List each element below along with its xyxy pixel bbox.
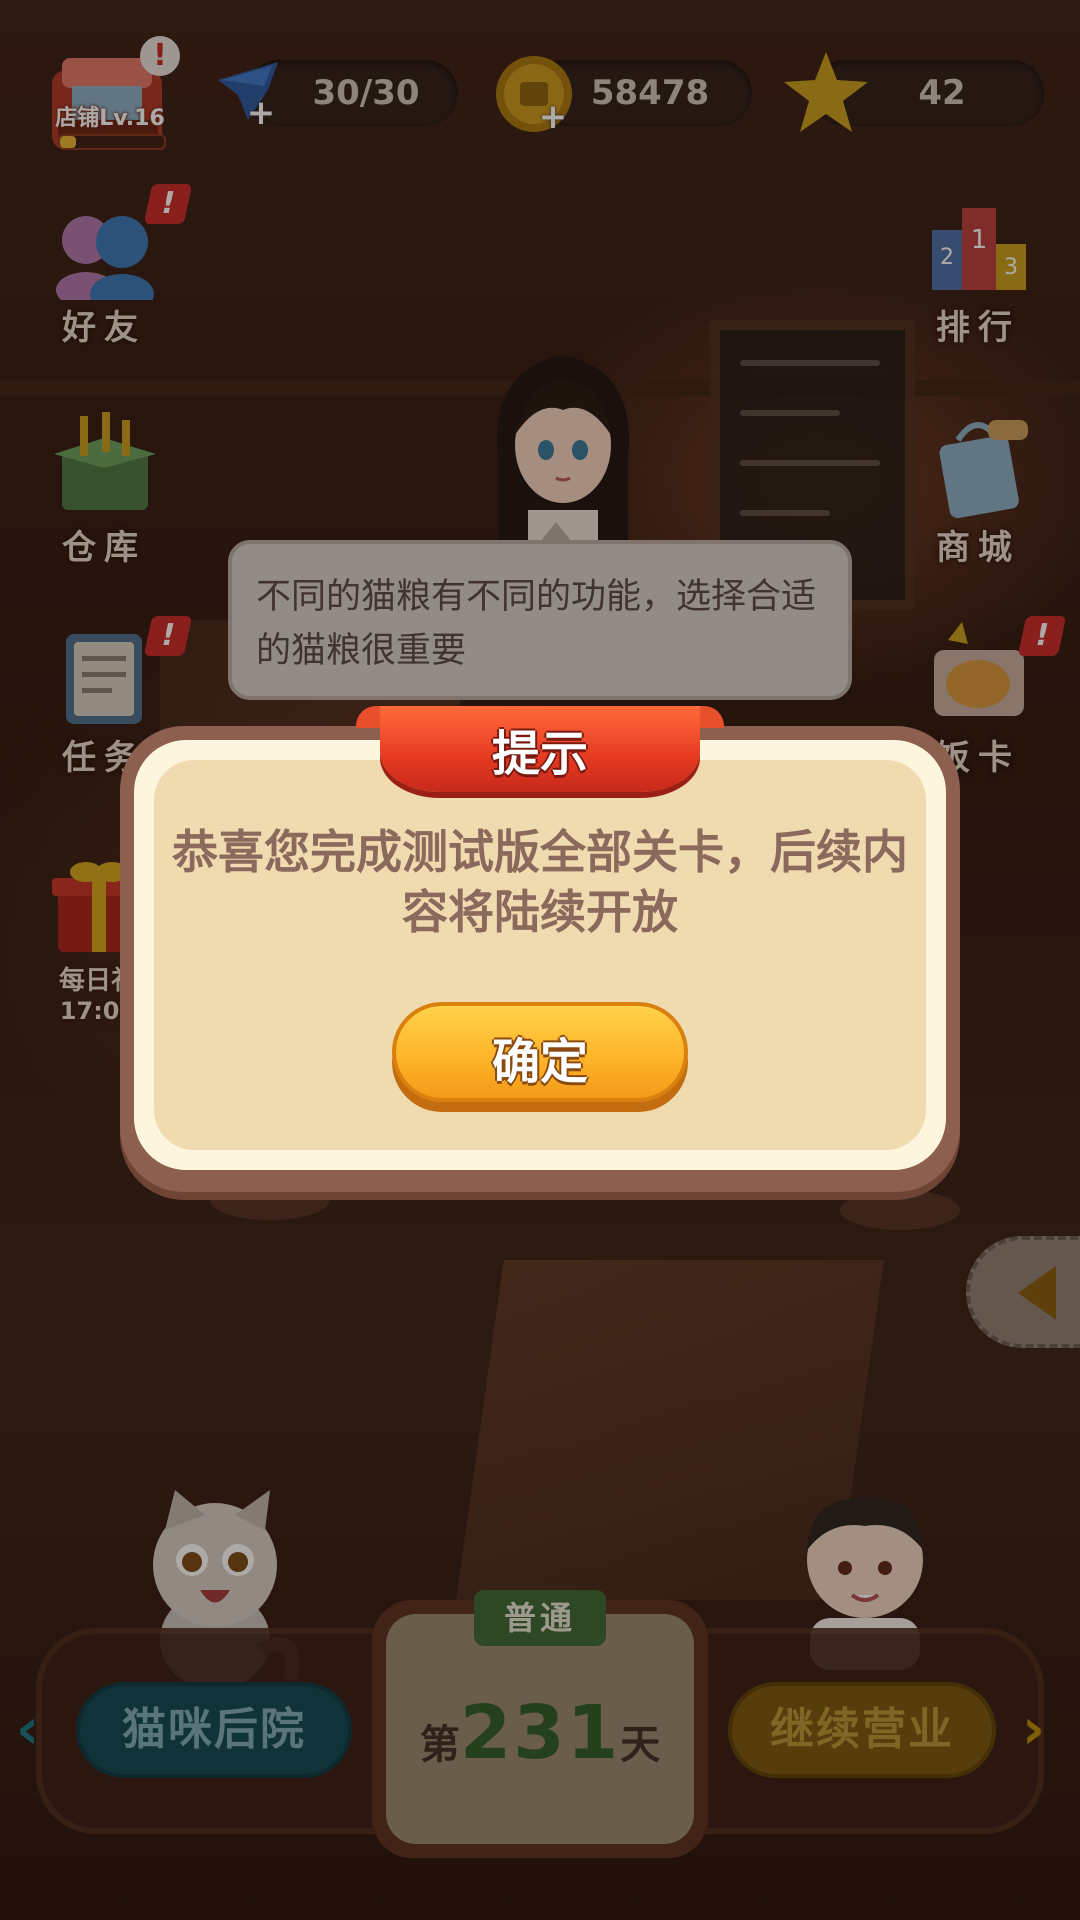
confirm-label: 确定 xyxy=(491,1036,588,1089)
dialog-message: 恭喜您完成测试版全部关卡，后续内容将陆续开放 xyxy=(172,825,908,939)
confirm-button[interactable]: 确定 xyxy=(392,1002,688,1112)
dialog-title-banner: 提示 xyxy=(356,706,724,798)
dialog-title: 提示 xyxy=(491,726,588,782)
